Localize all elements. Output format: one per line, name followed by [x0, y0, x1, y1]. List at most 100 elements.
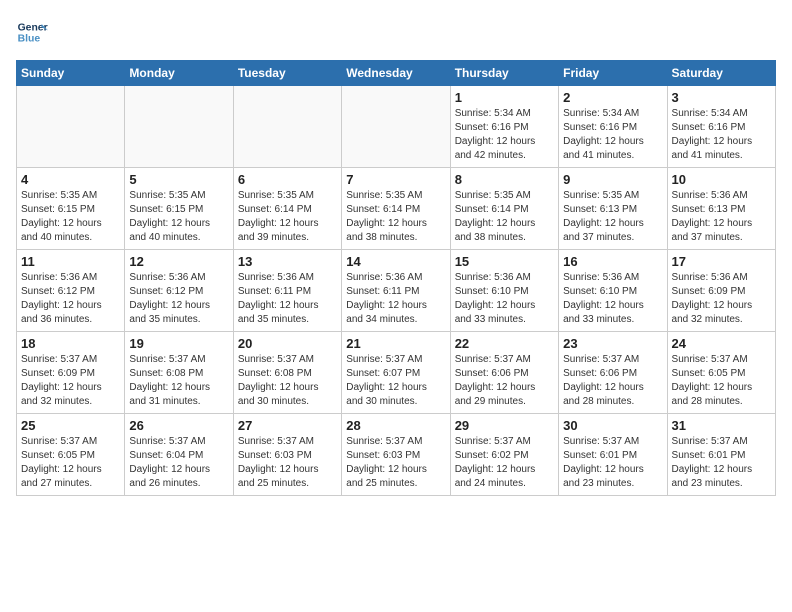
- cell-info: Sunrise: 5:37 AM Sunset: 6:06 PM Dayligh…: [455, 353, 554, 409]
- cell-info: Sunrise: 5:35 AM Sunset: 6:14 PM Dayligh…: [455, 189, 554, 245]
- day-number: 20: [238, 336, 337, 351]
- calendar-cell: 28Sunrise: 5:37 AM Sunset: 6:03 PM Dayli…: [342, 414, 450, 496]
- calendar-cell: [125, 86, 233, 168]
- day-number: 11: [21, 254, 120, 269]
- logo: General Blue: [16, 16, 52, 48]
- cell-info: Sunrise: 5:37 AM Sunset: 6:04 PM Dayligh…: [129, 435, 228, 491]
- cell-info: Sunrise: 5:37 AM Sunset: 6:07 PM Dayligh…: [346, 353, 445, 409]
- calendar-cell: 5 Sunrise: 5:35 AM Sunset: 6:15 PM Daylig…: [125, 168, 233, 250]
- day-number: 17: [672, 254, 771, 269]
- calendar-cell: 27 Sunrise: 5:37 AM Sunset: 6:03 PM Dayli…: [233, 414, 341, 496]
- calendar-cell: 3 Sunrise: 5:34 AM Sunset: 6:16 PM Daylig…: [667, 86, 775, 168]
- calendar-cell: 9 Sunrise: 5:35 AM Sunset: 6:13 PM Daylig…: [559, 168, 667, 250]
- col-header-friday: Friday: [559, 61, 667, 86]
- cell-info: Sunrise: 5:35 AM Sunset: 6:13 PM Dayligh…: [563, 189, 662, 245]
- calendar-cell: 10 Sunrise: 5:36 AM Sunset: 6:13 PM Dayli…: [667, 168, 775, 250]
- col-header-wednesday: Wednesday: [342, 61, 450, 86]
- calendar-cell: 11 Sunrise: 5:36 AM Sunset: 6:12 PM Dayli…: [17, 250, 125, 332]
- cell-info: Sunrise: 5:35 AM Sunset: 6:15 PM Dayligh…: [129, 189, 228, 245]
- cell-info: Sunrise: 5:36 AM Sunset: 6:10 PM Dayligh…: [563, 271, 662, 327]
- day-number: 4: [21, 172, 120, 187]
- calendar-cell: 20 Sunrise: 5:37 AM Sunset: 6:08 PM Dayli…: [233, 332, 341, 414]
- calendar-cell: 12 Sunrise: 5:36 AM Sunset: 6:12 PM Dayli…: [125, 250, 233, 332]
- day-number: 30: [563, 418, 662, 433]
- calendar-cell: 19 Sunrise: 5:37 AM Sunset: 6:08 PM Dayli…: [125, 332, 233, 414]
- week-row-5: 25 Sunrise: 5:37 AM Sunset: 6:05 PM Dayli…: [17, 414, 776, 496]
- day-number: 18: [21, 336, 120, 351]
- cell-info: Sunrise: 5:37 AM Sunset: 6:08 PM Dayligh…: [129, 353, 228, 409]
- logo-icon: General Blue: [16, 16, 48, 48]
- cell-info: Sunrise: 5:37 AM Sunset: 6:08 PM Dayligh…: [238, 353, 337, 409]
- calendar-cell: 31 Sunrise: 5:37 AM Sunset: 6:01 PM Dayli…: [667, 414, 775, 496]
- calendar-cell: 8 Sunrise: 5:35 AM Sunset: 6:14 PM Daylig…: [450, 168, 558, 250]
- calendar-cell: 29 Sunrise: 5:37 AM Sunset: 6:02 PM Dayli…: [450, 414, 558, 496]
- day-number: 29: [455, 418, 554, 433]
- day-number: 12: [129, 254, 228, 269]
- day-number: 28: [346, 418, 445, 433]
- cell-info: Sunrise: 5:36 AM Sunset: 6:11 PM Dayligh…: [346, 271, 445, 327]
- calendar-cell: [342, 86, 450, 168]
- page-header: General Blue: [16, 16, 776, 48]
- calendar-cell: 14 Sunrise: 5:36 AM Sunset: 6:11 PM Dayli…: [342, 250, 450, 332]
- calendar-table: SundayMondayTuesdayWednesdayThursdayFrid…: [16, 60, 776, 496]
- cell-info: Sunrise: 5:36 AM Sunset: 6:10 PM Dayligh…: [455, 271, 554, 327]
- calendar-cell: 23 Sunrise: 5:37 AM Sunset: 6:06 PM Dayli…: [559, 332, 667, 414]
- cell-info: Sunrise: 5:34 AM Sunset: 6:16 PM Dayligh…: [563, 107, 662, 163]
- calendar-cell: 16 Sunrise: 5:36 AM Sunset: 6:10 PM Dayli…: [559, 250, 667, 332]
- day-number: 22: [455, 336, 554, 351]
- col-header-monday: Monday: [125, 61, 233, 86]
- calendar-cell: 6 Sunrise: 5:35 AM Sunset: 6:14 PM Daylig…: [233, 168, 341, 250]
- cell-info: Sunrise: 5:37 AM Sunset: 6:02 PM Dayligh…: [455, 435, 554, 491]
- cell-info: Sunrise: 5:35 AM Sunset: 6:14 PM Dayligh…: [238, 189, 337, 245]
- day-number: 5: [129, 172, 228, 187]
- col-header-thursday: Thursday: [450, 61, 558, 86]
- day-number: 25: [21, 418, 120, 433]
- day-number: 24: [672, 336, 771, 351]
- day-number: 9: [563, 172, 662, 187]
- cell-info: Sunrise: 5:37 AM Sunset: 6:03 PM Dayligh…: [238, 435, 337, 491]
- day-number: 16: [563, 254, 662, 269]
- calendar-cell: [17, 86, 125, 168]
- day-number: 31: [672, 418, 771, 433]
- calendar-cell: 21 Sunrise: 5:37 AM Sunset: 6:07 PM Dayli…: [342, 332, 450, 414]
- day-number: 1: [455, 90, 554, 105]
- day-number: 14: [346, 254, 445, 269]
- col-header-sunday: Sunday: [17, 61, 125, 86]
- cell-info: Sunrise: 5:37 AM Sunset: 6:01 PM Dayligh…: [672, 435, 771, 491]
- day-number: 3: [672, 90, 771, 105]
- cell-info: Sunrise: 5:36 AM Sunset: 6:13 PM Dayligh…: [672, 189, 771, 245]
- svg-text:Blue: Blue: [18, 34, 41, 45]
- cell-info: Sunrise: 5:36 AM Sunset: 6:12 PM Dayligh…: [129, 271, 228, 327]
- cell-info: Sunrise: 5:37 AM Sunset: 6:01 PM Dayligh…: [563, 435, 662, 491]
- cell-info: Sunrise: 5:37 AM Sunset: 6:05 PM Dayligh…: [21, 435, 120, 491]
- day-number: 10: [672, 172, 771, 187]
- calendar-cell: 13Sunrise: 5:36 AM Sunset: 6:11 PM Dayli…: [233, 250, 341, 332]
- cell-info: Sunrise: 5:37 AM Sunset: 6:05 PM Dayligh…: [672, 353, 771, 409]
- day-number: 19: [129, 336, 228, 351]
- week-row-1: 1 Sunrise: 5:34 AM Sunset: 6:16 PM Daylig…: [17, 86, 776, 168]
- calendar-cell: 30 Sunrise: 5:37 AM Sunset: 6:01 PM Dayli…: [559, 414, 667, 496]
- calendar-cell: 24 Sunrise: 5:37 AM Sunset: 6:05 PM Dayli…: [667, 332, 775, 414]
- day-number: 21: [346, 336, 445, 351]
- calendar-cell: 15Sunrise: 5:36 AM Sunset: 6:10 PM Dayli…: [450, 250, 558, 332]
- week-row-2: 4 Sunrise: 5:35 AM Sunset: 6:15 PM Daylig…: [17, 168, 776, 250]
- calendar-cell: 18 Sunrise: 5:37 AM Sunset: 6:09 PM Dayli…: [17, 332, 125, 414]
- day-number: 6: [238, 172, 337, 187]
- col-header-saturday: Saturday: [667, 61, 775, 86]
- col-header-tuesday: Tuesday: [233, 61, 341, 86]
- day-number: 23: [563, 336, 662, 351]
- day-number: 27: [238, 418, 337, 433]
- day-number: 2: [563, 90, 662, 105]
- calendar-cell: 26Sunrise: 5:37 AM Sunset: 6:04 PM Dayli…: [125, 414, 233, 496]
- cell-info: Sunrise: 5:35 AM Sunset: 6:15 PM Dayligh…: [21, 189, 120, 245]
- day-number: 8: [455, 172, 554, 187]
- cell-info: Sunrise: 5:34 AM Sunset: 6:16 PM Dayligh…: [455, 107, 554, 163]
- cell-info: Sunrise: 5:37 AM Sunset: 6:09 PM Dayligh…: [21, 353, 120, 409]
- cell-info: Sunrise: 5:36 AM Sunset: 6:12 PM Dayligh…: [21, 271, 120, 327]
- calendar-cell: 17Sunrise: 5:36 AM Sunset: 6:09 PM Dayli…: [667, 250, 775, 332]
- calendar-cell: 1 Sunrise: 5:34 AM Sunset: 6:16 PM Daylig…: [450, 86, 558, 168]
- calendar-cell: [233, 86, 341, 168]
- cell-info: Sunrise: 5:37 AM Sunset: 6:06 PM Dayligh…: [563, 353, 662, 409]
- cell-info: Sunrise: 5:34 AM Sunset: 6:16 PM Dayligh…: [672, 107, 771, 163]
- calendar-cell: 2 Sunrise: 5:34 AM Sunset: 6:16 PM Daylig…: [559, 86, 667, 168]
